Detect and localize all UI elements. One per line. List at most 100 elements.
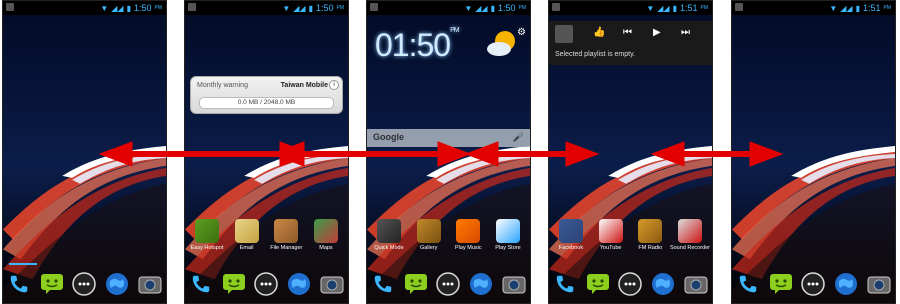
battery-icon: ▮: [490, 3, 495, 13]
wifi-icon: ▼: [282, 3, 291, 13]
screen-4: ▼ ◢◢ ▮ 1:51 PM 👍 ⏮ ▶ ⏭ Selected playlist …: [548, 0, 713, 304]
status-time: 1:51: [862, 3, 881, 13]
phone-icon[interactable]: [735, 271, 761, 297]
phone-icon[interactable]: [6, 271, 32, 297]
app-label: Sound Recorder: [669, 245, 710, 251]
messaging-icon[interactable]: [585, 271, 611, 297]
messaging-icon[interactable]: [403, 271, 429, 297]
apps-drawer-icon[interactable]: [617, 271, 643, 297]
info-icon[interactable]: i: [329, 80, 339, 90]
play-icon[interactable]: ▶: [653, 27, 661, 38]
browser-icon[interactable]: [468, 271, 494, 297]
previous-track-icon[interactable]: ⏮: [623, 27, 632, 38]
app-fm-radio[interactable]: FM Radio: [632, 219, 668, 251]
phone-icon[interactable]: [370, 271, 396, 297]
notification-icon: [370, 3, 378, 11]
app-label: Quick Mode: [374, 245, 404, 251]
dock: [3, 265, 166, 303]
app-label: FM Radio: [638, 245, 663, 251]
app-email[interactable]: Email: [229, 219, 265, 251]
screen4-app-row: Facebook YouTube FM Radio Sound Recorder: [553, 219, 710, 251]
clock-widget[interactable]: 01:50PM: [375, 27, 460, 64]
apps-drawer-icon[interactable]: [253, 271, 279, 297]
app-play-music[interactable]: Play Music: [450, 219, 486, 251]
signal-icon: ◢◢: [657, 3, 670, 13]
notification-icon: [188, 3, 196, 11]
wallpaper: [3, 1, 166, 303]
camera-icon[interactable]: [683, 271, 709, 297]
play-store-icon: [495, 219, 520, 243]
music-player-widget: 👍 ⏮ ▶ ⏭ Selected playlist is empty.: [549, 21, 712, 65]
phone-icon[interactable]: [188, 271, 214, 297]
browser-icon[interactable]: [650, 271, 676, 297]
microphone-icon[interactable]: 🎤: [513, 132, 524, 143]
apps-drawer-icon[interactable]: [71, 271, 97, 297]
settings-gear-icon[interactable]: ⚙: [517, 27, 526, 38]
album-art-icon[interactable]: [555, 25, 573, 43]
apps-drawer-icon[interactable]: [800, 271, 826, 297]
messaging-icon[interactable]: [221, 271, 247, 297]
app-gallery[interactable]: Gallery: [411, 219, 447, 251]
signal-icon: ◢◢: [293, 3, 306, 13]
app-label: Play Music: [455, 245, 482, 251]
clock-suffix: PM: [450, 27, 459, 34]
status-time: 1:50: [497, 3, 516, 13]
facebook-icon: [559, 219, 583, 243]
notification-icon: [6, 3, 14, 11]
app-quick-mode[interactable]: Quick Mode: [371, 219, 407, 251]
app-easy-hotspot[interactable]: Easy Hotspot: [189, 219, 225, 251]
next-track-icon[interactable]: ⏭: [681, 27, 690, 38]
thumbs-up-icon[interactable]: 👍: [593, 27, 605, 38]
screen3-app-row: Quick Mode Gallery Play Music Play Store: [371, 219, 526, 251]
battery-icon: ▮: [672, 3, 677, 13]
app-file-manager[interactable]: File Manager: [268, 219, 304, 251]
notification-icon: [552, 3, 560, 11]
camera-icon[interactable]: [866, 271, 892, 297]
messaging-icon[interactable]: [768, 271, 794, 297]
status-ampm: PM: [883, 5, 892, 11]
sound-recorder-icon: [677, 219, 702, 243]
camera-icon[interactable]: [137, 271, 163, 297]
wallpaper: [185, 1, 348, 303]
camera-icon[interactable]: [319, 271, 345, 297]
app-label: Facebook: [558, 245, 584, 251]
app-sound-recorder[interactable]: Sound Recorder: [669, 219, 710, 251]
status-bar: ▼ ◢◢ ▮ 1:51 PM: [549, 1, 712, 15]
google-search-bar[interactable]: Google 🎤: [367, 129, 530, 147]
maps-icon: [313, 219, 338, 243]
file-manager-icon: [274, 219, 299, 243]
signal-icon: ◢◢: [475, 3, 488, 13]
warning-label: Monthly warning: [197, 82, 248, 89]
status-ampm: PM: [154, 5, 163, 11]
app-youtube[interactable]: YouTube: [593, 219, 629, 251]
browser-icon[interactable]: [286, 271, 312, 297]
app-maps[interactable]: Maps: [308, 219, 344, 251]
screen-3: ▼ ◢◢ ▮ 1:50 PM 01:50PM ⚙ Google 🎤 Quick M…: [366, 0, 531, 304]
signal-icon: ◢◢: [840, 3, 853, 13]
weather-sun-cloud-icon: [487, 31, 515, 56]
usage-bar: 0.0 MB / 2048.0 MB: [199, 97, 334, 109]
browser-icon[interactable]: [833, 271, 859, 297]
browser-icon[interactable]: [104, 271, 130, 297]
battery-icon: ▮: [855, 3, 860, 13]
app-label: Gallery: [419, 245, 438, 251]
data-usage-widget[interactable]: Monthly warning Taiwan Mobile i 0.0 MB /…: [190, 76, 343, 114]
status-time: 1:50: [315, 3, 334, 13]
phone-icon[interactable]: [552, 271, 578, 297]
app-facebook[interactable]: Facebook: [553, 219, 589, 251]
battery-icon: ▮: [126, 3, 131, 13]
app-play-store[interactable]: Play Store: [490, 219, 526, 251]
gallery-icon: [416, 219, 441, 243]
apps-drawer-icon[interactable]: [435, 271, 461, 297]
status-bar: ▼ ◢◢ ▮ 1:50 PM: [367, 1, 530, 15]
quick-mode-icon: [377, 219, 401, 243]
status-bar: ▼ ◢◢ ▮ 1:50 PM: [185, 1, 348, 15]
play-music-icon: [456, 219, 481, 243]
camera-icon[interactable]: [501, 271, 527, 297]
messaging-icon[interactable]: [39, 271, 65, 297]
wifi-icon: ▼: [646, 3, 655, 13]
google-label: Google: [373, 132, 404, 142]
battery-icon: ▮: [308, 3, 313, 13]
status-ampm: PM: [518, 5, 527, 11]
status-bar: ▼ ◢◢ ▮ 1:50 PM: [3, 1, 166, 15]
